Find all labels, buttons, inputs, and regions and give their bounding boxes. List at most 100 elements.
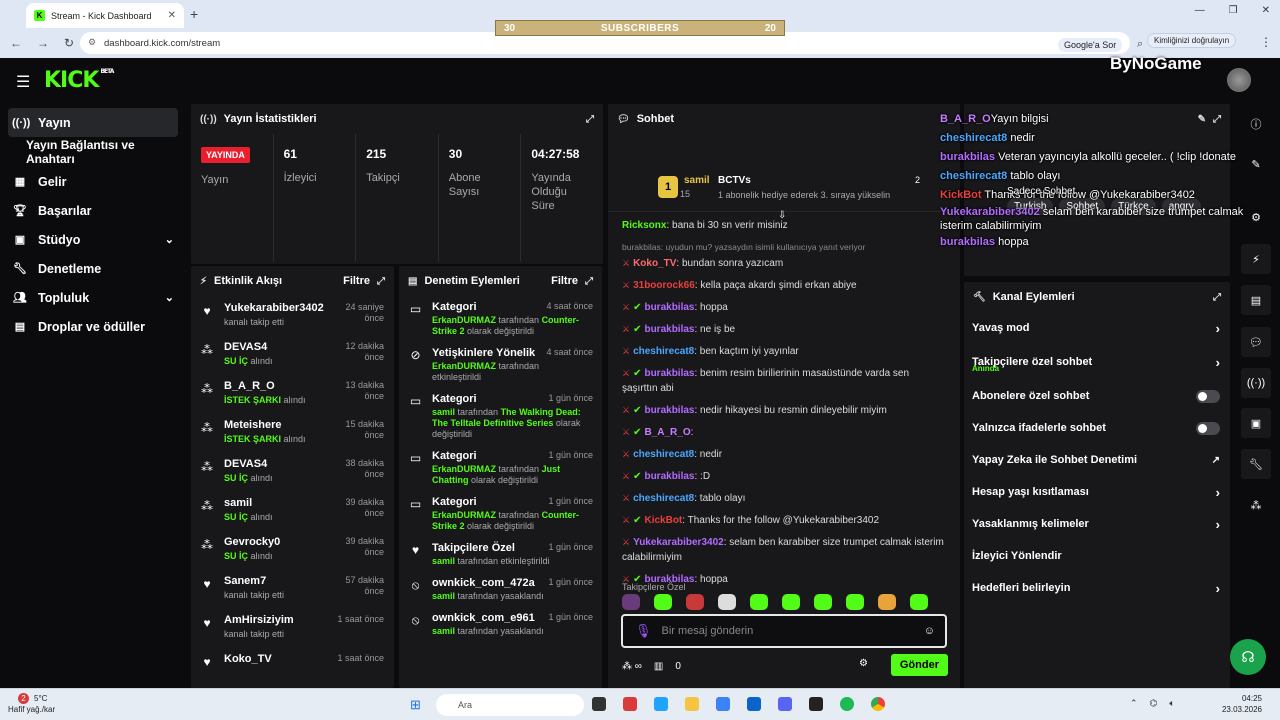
browser-tab[interactable]: K Stream - Kick Dashboard ✕ — [26, 3, 184, 28]
clock[interactable]: 04:25 23.03.2026 — [1222, 693, 1262, 715]
filter-button[interactable]: Filtre — [343, 275, 370, 287]
list-item[interactable]: ▭ Kategori samil tarafından The Walking De… — [399, 388, 602, 445]
sidebar-item-stream-key[interactable]: Yayın Bağlantısı ve Anahtarı — [0, 137, 186, 167]
list-item[interactable]: ⁂ Gevrocky0 SU İÇ alındı 39 dakika önce — [191, 530, 394, 569]
layout-icon[interactable]: ▣ — [1241, 408, 1271, 438]
popout-icon[interactable]: ⤢ — [586, 114, 594, 125]
list-item[interactable]: ♥ Sanem7 kanalı takip etti 57 dakika önce — [191, 569, 394, 608]
discord-icon[interactable] — [778, 697, 792, 711]
channel-action-item[interactable]: Hedefleri belirleyin › — [964, 572, 1230, 604]
zoom-icon[interactable]: ⌕ — [1137, 38, 1143, 51]
chat-input[interactable]: 🎙︎ Bir mesaj gönderin ☺ — [621, 614, 947, 648]
support-chat-icon[interactable]: ☊ — [1230, 639, 1266, 675]
infinity-icon[interactable]: ⁂ ∞ — [622, 661, 642, 672]
minimize-icon[interactable]: — — [1195, 5, 1205, 16]
forward-icon[interactable]: → — [37, 36, 49, 50]
list-item[interactable]: ▭ Kategori ErkanDURMAZ tarafından Just Cha… — [399, 445, 602, 491]
list-item[interactable]: ▭ Kategori ErkanDURMAZ tarafından Counter-… — [399, 296, 602, 342]
outlook-icon[interactable] — [747, 697, 761, 711]
emote-icon[interactable] — [654, 594, 672, 610]
list-item[interactable]: ⁂ Meteishere İSTEK ŞARKI alındı 15 dakika ö… — [191, 413, 394, 452]
new-tab-icon[interactable]: + — [190, 6, 198, 22]
filter-button[interactable]: Filtre — [551, 275, 578, 287]
avatar[interactable] — [1227, 68, 1251, 92]
list-item[interactable]: ⁂ samil SU İÇ alındı 39 dakika önce — [191, 491, 394, 530]
emote-icon[interactable] — [782, 594, 800, 610]
channel-action-item[interactable]: Abonelere özel sohbet — [964, 380, 1230, 412]
chevron-up-icon[interactable]: ⌃ — [1130, 698, 1138, 709]
taskbar-search[interactable]: Ara — [436, 694, 584, 716]
list-item[interactable]: ⦸ ownkick_com_e961 samil tarafından yasakl… — [399, 607, 602, 642]
store-icon[interactable]: ▥ — [654, 661, 663, 672]
store-icon[interactable] — [716, 697, 730, 711]
sidebar-item-yayin[interactable]: ((·)) Yayın — [8, 108, 178, 137]
verify-identity-button[interactable]: Kimliğinizi doğrulayın — [1147, 33, 1237, 48]
chat-username[interactable]: KickBot — [644, 515, 682, 526]
list-item[interactable]: ▭ Kategori ErkanDURMAZ tarafından Counter-… — [399, 491, 602, 537]
gear-icon[interactable]: ⚙ — [859, 658, 868, 669]
list-item[interactable]: ⁂ DEVAS4 SU İÇ alındı 12 dakika önce — [191, 335, 394, 374]
obs-icon[interactable] — [809, 697, 823, 711]
sidebar-item-basarilar[interactable]: 🏆︎ Başarılar — [0, 196, 186, 225]
chat-username[interactable]: cheshirecat8 — [633, 346, 694, 357]
microphone-icon[interactable]: 🎙︎ — [635, 623, 652, 639]
emote-icon[interactable] — [814, 594, 832, 610]
spotify-icon[interactable] — [840, 697, 854, 711]
emoji-icon[interactable]: ☺ — [924, 625, 935, 637]
channel-action-item[interactable]: Hesap yaşı kısıtlaması › — [964, 476, 1230, 508]
chat-username[interactable]: burakbilas — [644, 368, 694, 379]
chat-bubble-icon[interactable]: 💬︎ — [1241, 327, 1271, 357]
chat-username[interactable]: B_A_R_O — [644, 427, 690, 438]
site-info-icon[interactable]: ⚙ — [88, 37, 96, 48]
broadcast-icon[interactable]: ((·)) — [1241, 368, 1271, 398]
chat-username[interactable]: burakbilas — [644, 302, 694, 313]
emote-icon[interactable] — [910, 594, 928, 610]
kick-logo[interactable]: KICK BETA — [44, 68, 114, 93]
pinned-gift-leaderboard[interactable]: 1 samil 15 BCTVs 2 1 abonelik hediye ede… — [608, 134, 960, 221]
sidebar-item-gelir[interactable]: ▦ Gelir — [0, 167, 186, 196]
channel-action-item[interactable]: İzleyici Yönlendir — [964, 540, 1230, 572]
chrome-icon[interactable] — [871, 697, 885, 711]
chat-username[interactable]: burakbilas — [644, 405, 694, 416]
wrench-icon[interactable]: 🔧︎ — [1241, 449, 1271, 479]
list-item[interactable]: ♥ Yukekarabiber3402 kanalı takip etti 24 sa… — [191, 296, 394, 335]
toggle-switch[interactable] — [1196, 389, 1220, 403]
sidebar-item-topluluk[interactable]: 👥︎ Topluluk ⌄ — [0, 283, 186, 312]
windows-start-icon[interactable]: ⊞ — [410, 697, 421, 713]
channel-action-item[interactable]: Yasaklanmış kelimeler › — [964, 508, 1230, 540]
folder-icon[interactable] — [685, 697, 699, 711]
chat-username[interactable]: burakbilas — [644, 471, 694, 482]
list-item[interactable]: ♥ Koko_TV 1 saat önce — [191, 647, 394, 686]
emote-icon[interactable] — [846, 594, 864, 610]
chat-username[interactable]: Ricksonx — [622, 220, 666, 231]
sidebar-item-droplar[interactable]: ▤ Droplar ve ödüller — [0, 312, 186, 341]
list-item[interactable]: ⦸ ownkick_com_472a samil tarafından yasakl… — [399, 572, 602, 607]
sidebar-item-studyo[interactable]: ▣ Stüdyo ⌄ — [0, 225, 186, 254]
network-icon[interactable]: ⌬ — [1150, 698, 1158, 709]
reload-icon[interactable]: ↻ — [64, 36, 74, 50]
toggle-switch[interactable] — [1196, 421, 1220, 435]
close-tab-icon[interactable]: ✕ — [168, 10, 176, 21]
emote-icon[interactable] — [686, 594, 704, 610]
app-icon[interactable] — [654, 697, 668, 711]
restore-icon[interactable]: ❐ — [1229, 5, 1238, 16]
chat-username[interactable]: Koko_TV — [633, 258, 676, 269]
channel-action-item[interactable]: Yapay Zeka ile Sohbet Denetimi ↗ — [964, 444, 1230, 476]
browser-menu-icon[interactable]: ⋮ — [1260, 35, 1272, 49]
community-icon[interactable]: ⁂ — [1241, 490, 1271, 520]
volume-icon[interactable]: 🔈︎ — [1169, 698, 1174, 709]
close-window-icon[interactable]: ✕ — [1262, 5, 1270, 16]
send-button[interactable]: Gönder — [890, 654, 948, 676]
list-item[interactable]: ⊘ Yetişkinlere Yönelik ErkanDURMAZ tarafın… — [399, 342, 602, 388]
popout-icon[interactable]: ⤢ — [585, 276, 593, 287]
channel-action-item[interactable]: Yavaş mod › — [964, 312, 1230, 344]
hamburger-menu-icon[interactable]: ☰ — [16, 72, 30, 92]
back-icon[interactable]: ← — [10, 36, 22, 50]
emote-icon[interactable] — [878, 594, 896, 610]
emote-icon[interactable] — [718, 594, 736, 610]
chat-username[interactable]: cheshirecat8 — [633, 449, 694, 460]
list-item[interactable]: ⁂ B_A_R_O İSTEK ŞARKI alındı 13 dakika önce — [191, 374, 394, 413]
popout-icon[interactable]: ⤢ — [377, 276, 385, 287]
google-ask-button[interactable]: Google'a Sor — [1058, 38, 1123, 52]
weather-widget[interactable]: 5°C Hafif yağ./kar 2 — [8, 693, 55, 715]
